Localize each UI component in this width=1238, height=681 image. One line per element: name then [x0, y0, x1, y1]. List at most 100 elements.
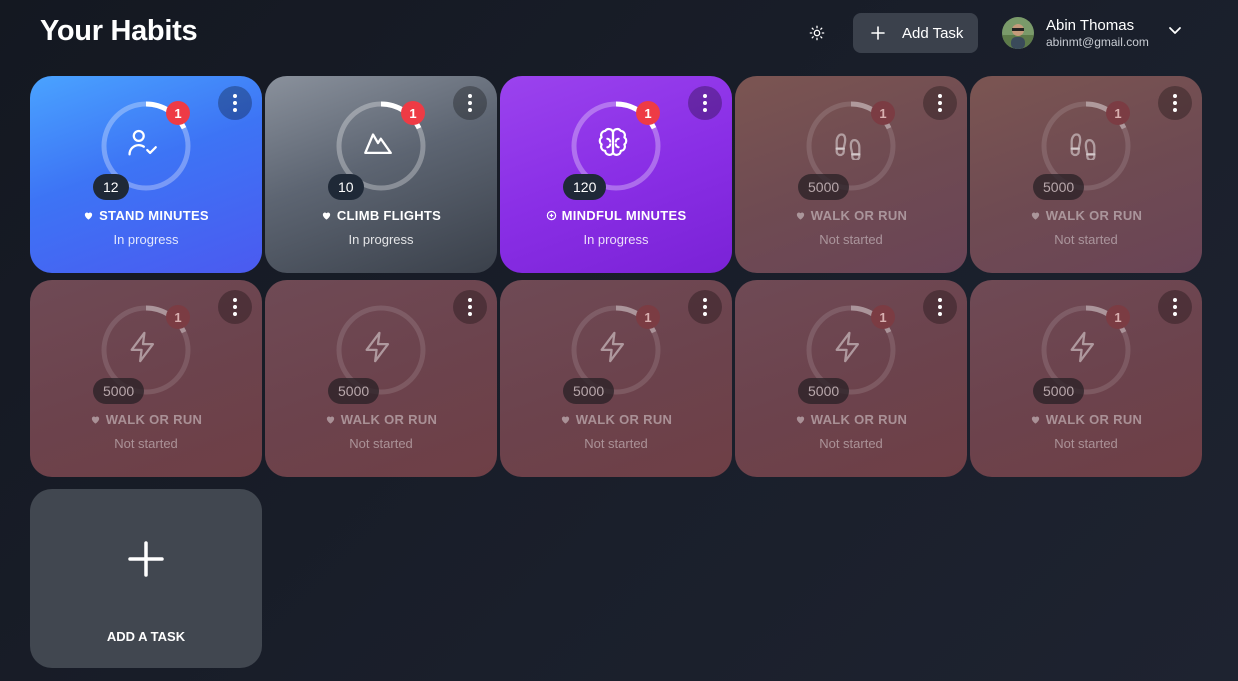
notification-badge: 1: [1106, 101, 1130, 125]
goal-count: 5000: [798, 174, 850, 200]
goal-count: 5000: [328, 378, 380, 404]
more-vertical-icon: [468, 297, 472, 318]
habit-card[interactable]: 1 5000 WALK OR RUN Not started: [970, 76, 1202, 273]
habit-name-text: WALK OR RUN: [340, 412, 438, 427]
goal-count: 5000: [563, 378, 615, 404]
bolt-icon: [361, 330, 401, 370]
more-options-button[interactable]: [1158, 86, 1192, 120]
more-vertical-icon: [1173, 93, 1177, 114]
notification-badge: 1: [166, 101, 190, 125]
habit-name: MINDFUL MINUTES: [500, 208, 732, 223]
add-task-button[interactable]: Add Task: [853, 13, 978, 53]
theme-toggle-button[interactable]: [802, 18, 832, 48]
notification-badge: 1: [871, 101, 895, 125]
habit-status: Not started: [584, 436, 648, 451]
habit-card[interactable]: 1 120 MINDFUL MINUTES In progress: [500, 76, 732, 273]
heart-icon: [90, 414, 106, 425]
chevron-down-icon[interactable]: [1168, 26, 1182, 36]
avatar: [1002, 17, 1034, 49]
habit-status: Not started: [819, 436, 883, 451]
goal-count: 5000: [93, 378, 145, 404]
habit-status: Not started: [1054, 436, 1118, 451]
more-options-button[interactable]: [688, 86, 722, 120]
goal-count: 5000: [1033, 174, 1085, 200]
notification-badge: 1: [401, 101, 425, 125]
notification-badge: 1: [1106, 305, 1130, 329]
heart-icon: [1030, 414, 1046, 425]
more-options-button[interactable]: [688, 290, 722, 324]
habit-card[interactable]: 1 10 CLIMB FLIGHTS In progress: [265, 76, 497, 273]
person-check-icon: [126, 126, 166, 166]
habit-name: WALK OR RUN: [735, 412, 967, 427]
add-task-label: Add Task: [902, 24, 964, 42]
heart-icon: [325, 414, 341, 425]
habit-status: Not started: [114, 436, 178, 451]
more-vertical-icon: [703, 297, 707, 318]
more-vertical-icon: [938, 93, 942, 114]
habit-name-text: WALK OR RUN: [1045, 412, 1143, 427]
add-task-card[interactable]: ADD A TASK: [30, 489, 262, 668]
habit-status: In progress: [113, 232, 179, 247]
plus-icon: [871, 26, 885, 40]
add-task-card-label: ADD A TASK: [106, 629, 186, 644]
bolt-icon: [126, 330, 166, 370]
user-menu[interactable]: Abin Thomas abinmt@gmail.com: [1002, 15, 1149, 51]
heart-icon: [795, 414, 811, 425]
mind-icon: [546, 210, 562, 221]
heart-icon: [795, 210, 811, 221]
more-options-button[interactable]: [923, 86, 957, 120]
more-options-button[interactable]: [923, 290, 957, 324]
heart-icon: [321, 210, 337, 221]
more-vertical-icon: [233, 297, 237, 318]
more-options-button[interactable]: [453, 290, 487, 324]
habit-name: WALK OR RUN: [30, 412, 262, 427]
user-email: abinmt@gmail.com: [1046, 34, 1149, 49]
more-vertical-icon: [938, 297, 942, 318]
plus-icon: [128, 541, 164, 577]
habit-status: Not started: [349, 436, 413, 451]
habit-card[interactable]: 1 5000 WALK OR RUN Not started: [735, 76, 967, 273]
goal-count: 10: [328, 174, 364, 200]
habit-card[interactable]: 1 5000 WALK OR RUN Not started: [30, 280, 262, 477]
mountain-icon: [361, 126, 401, 166]
goal-count: 12: [93, 174, 129, 200]
footprints-icon: [831, 126, 871, 166]
bolt-icon: [831, 330, 871, 370]
habit-name: WALK OR RUN: [970, 412, 1202, 427]
footprints-icon: [1066, 126, 1106, 166]
goal-count: 5000: [798, 378, 850, 404]
more-options-button[interactable]: [1158, 290, 1192, 324]
habit-card[interactable]: 1 12 STAND MINUTES In progress: [30, 76, 262, 273]
habit-name-text: STAND MINUTES: [99, 208, 209, 223]
more-options-button[interactable]: [453, 86, 487, 120]
habit-name: WALK OR RUN: [500, 412, 732, 427]
goal-count: 5000: [1033, 378, 1085, 404]
brain-icon: [596, 126, 636, 166]
habit-card[interactable]: 1 5000 WALK OR RUN Not started: [500, 280, 732, 477]
more-vertical-icon: [468, 93, 472, 114]
habit-card[interactable]: 1 5000 WALK OR RUN Not started: [735, 280, 967, 477]
more-vertical-icon: [233, 93, 237, 114]
habit-name: CLIMB FLIGHTS: [265, 208, 497, 223]
notification-badge: 1: [871, 305, 895, 329]
bolt-icon: [1066, 330, 1106, 370]
habit-card[interactable]: 5000 WALK OR RUN Not started: [265, 280, 497, 477]
more-vertical-icon: [1173, 297, 1177, 318]
habit-card[interactable]: 1 5000 WALK OR RUN Not started: [970, 280, 1202, 477]
more-options-button[interactable]: [218, 290, 252, 324]
notification-badge: 1: [166, 305, 190, 329]
habit-name-text: WALK OR RUN: [575, 412, 673, 427]
bolt-icon: [596, 330, 636, 370]
more-vertical-icon: [703, 93, 707, 114]
notification-badge: 1: [636, 305, 660, 329]
habit-status: In progress: [583, 232, 649, 247]
sun-icon: [809, 25, 825, 41]
habit-status: In progress: [348, 232, 414, 247]
more-options-button[interactable]: [218, 86, 252, 120]
habit-name-text: WALK OR RUN: [810, 412, 908, 427]
habit-name-text: WALK OR RUN: [105, 412, 203, 427]
habit-name-text: WALK OR RUN: [810, 208, 908, 223]
heart-icon: [83, 210, 99, 221]
habit-name: WALK OR RUN: [970, 208, 1202, 223]
page-title: Your Habits: [40, 15, 198, 47]
